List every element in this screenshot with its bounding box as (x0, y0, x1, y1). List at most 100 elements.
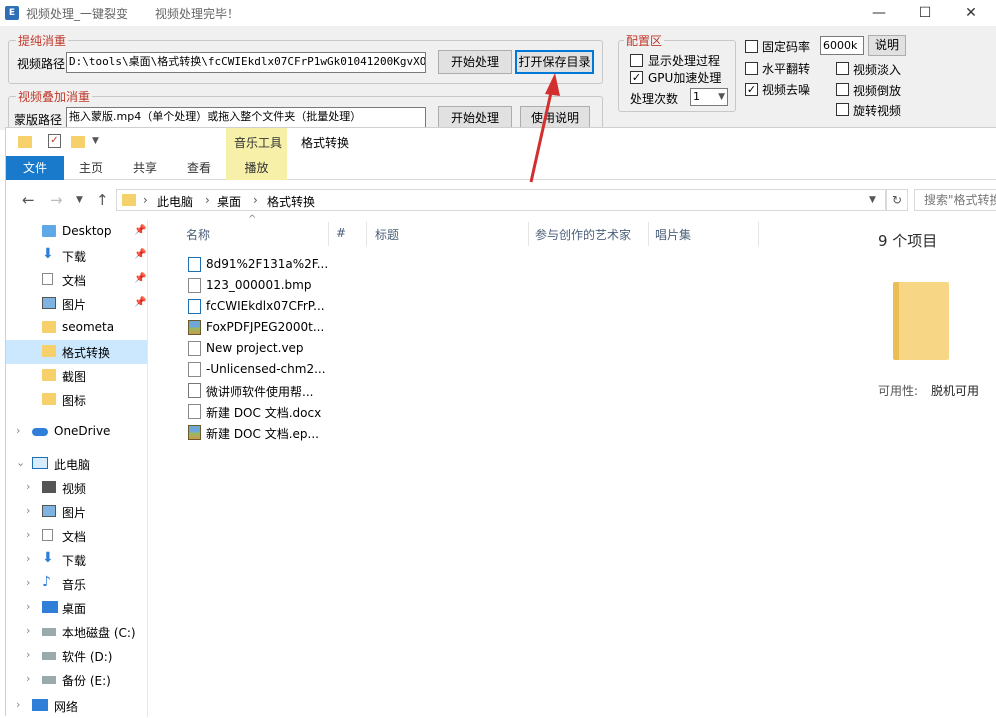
nav-label: 截图 (62, 370, 87, 384)
nav-item-desktop-pc[interactable]: › 桌面 (6, 596, 147, 620)
video-path-input[interactable]: D:\tools\桌面\格式转换\fcCWIEkdlx07CFrP1wGk010… (66, 52, 426, 73)
col-number[interactable]: # (336, 226, 346, 240)
reverse-checkbox[interactable] (836, 83, 849, 96)
explain-button[interactable]: 说明 (868, 35, 906, 56)
col-title[interactable]: 标题 (375, 226, 399, 243)
column-divider[interactable] (758, 222, 759, 246)
file-row[interactable]: 123_000001.bmp (186, 275, 336, 296)
file-row[interactable]: -Unlicensed-chm2... (186, 359, 336, 380)
tab-view[interactable]: 查看 (172, 156, 226, 180)
chevron-right-icon[interactable]: › (26, 480, 30, 493)
forward-arrow-icon[interactable]: → (50, 191, 63, 209)
tab-play[interactable]: 播放 (226, 156, 287, 180)
availability-label: 可用性: (878, 384, 919, 398)
nav-item-this-pc[interactable]: ⌄ 此电脑 (6, 452, 147, 476)
nav-item-onedrive[interactable]: › OneDrive (6, 420, 147, 444)
nav-item-network[interactable]: › 网络 (6, 694, 147, 718)
nav-item-seometa[interactable]: seometa (6, 316, 147, 340)
file-row[interactable]: New project.vep (186, 338, 336, 359)
close-button[interactable]: ✕ (948, 0, 994, 26)
chevron-right-icon[interactable]: › (26, 504, 30, 517)
column-divider[interactable] (528, 222, 529, 246)
file-row[interactable]: FoxPDFJPEG2000t... (186, 317, 336, 338)
column-divider[interactable] (328, 222, 329, 246)
chevron-down-icon[interactable]: ▼ (869, 195, 876, 205)
chevron-right-icon[interactable]: › (26, 624, 30, 637)
docx-file-icon (188, 404, 201, 419)
image-file-icon (188, 425, 201, 440)
nav-item-downloads[interactable]: ⬇ 下载 📌 (6, 244, 147, 268)
nav-item-drive-e[interactable]: › 备份 (E:) (6, 668, 147, 692)
nav-item-format-convert[interactable]: 格式转换 (6, 340, 147, 364)
address-bar[interactable]: › 此电脑 › 桌面 › 格式转换 ▼ (116, 189, 886, 211)
tab-share[interactable]: 共享 (118, 156, 172, 180)
picture-icon (42, 297, 56, 309)
chevron-down-icon[interactable]: ⌄ (16, 456, 25, 469)
file-row[interactable]: 8d91%2F131a%2F... (186, 254, 336, 275)
nav-item-pictures[interactable]: 图片 📌 (6, 292, 147, 316)
refresh-icon[interactable]: ↻ (886, 189, 908, 211)
nav-item-downloads-pc[interactable]: › ⬇ 下载 (6, 548, 147, 572)
file-row[interactable]: 新建 DOC 文档.docx (186, 401, 336, 422)
chevron-right-icon[interactable]: › (26, 552, 30, 565)
column-divider[interactable] (648, 222, 649, 246)
nav-item-desktop[interactable]: Desktop 📌 (6, 220, 147, 244)
start-process-button[interactable]: 开始处理 (438, 50, 512, 74)
breadcrumb-desktop[interactable]: 桌面 (217, 193, 241, 210)
chevron-right-icon[interactable]: › (26, 672, 30, 685)
mask-path-input[interactable]: 拖入蒙版.mp4（单个处理）或拖入整个文件夹（批量处理） (66, 107, 426, 128)
new-folder-icon[interactable] (71, 136, 85, 148)
back-arrow-icon[interactable]: ← (22, 191, 35, 209)
chevron-right-icon[interactable]: › (26, 600, 30, 613)
nav-item-drive-c[interactable]: › 本地磁盘 (C:) (6, 620, 147, 644)
chevron-right-icon[interactable]: › (16, 698, 20, 711)
breadcrumb-format-convert[interactable]: 格式转换 (267, 193, 315, 210)
chevron-down-icon: ▼ (718, 92, 725, 102)
hflip-checkbox[interactable] (745, 62, 758, 75)
nav-label: 软件 (D:) (62, 650, 113, 664)
breadcrumb-this-pc[interactable]: 此电脑 (157, 193, 193, 210)
nav-item-screenshots[interactable]: 截图 (6, 364, 147, 388)
fixed-bitrate-checkbox[interactable] (745, 40, 758, 53)
column-divider[interactable] (366, 222, 367, 246)
process-count-select[interactable]: 1 ▼ (690, 88, 728, 106)
properties-icon[interactable]: ✓ (48, 134, 61, 148)
search-input[interactable]: 搜索"格式转换" (914, 189, 996, 211)
pin-icon[interactable]: 📌 (134, 297, 146, 308)
nav-item-documents[interactable]: 文档 📌 (6, 268, 147, 292)
tab-home[interactable]: 主页 (64, 156, 118, 180)
maximize-button[interactable]: ☐ (902, 0, 948, 26)
chevron-right-icon[interactable]: › (26, 648, 30, 661)
col-artist[interactable]: 参与创作的艺术家 (535, 226, 631, 243)
show-process-checkbox[interactable] (630, 54, 643, 67)
nav-item-icons[interactable]: 图标 (6, 388, 147, 412)
rotate-checkbox[interactable] (836, 103, 849, 116)
nav-item-videos[interactable]: › 视频 (6, 476, 147, 500)
up-arrow-icon[interactable]: ↑ (96, 191, 109, 209)
nav-item-pictures-pc[interactable]: › 图片 (6, 500, 147, 524)
pin-icon[interactable]: 📌 (134, 249, 146, 260)
recent-chevron-icon[interactable]: ▼ (76, 195, 83, 205)
nav-label: 文档 (62, 274, 87, 288)
minimize-button[interactable]: — (856, 0, 902, 26)
chevron-right-icon[interactable]: › (16, 424, 20, 437)
col-name[interactable]: 名称 (186, 226, 210, 243)
pin-icon[interactable]: 📌 (134, 273, 146, 284)
chevron-right-icon[interactable]: › (26, 576, 30, 589)
chevron-down-icon[interactable]: ▼ (92, 136, 99, 146)
tab-file[interactable]: 文件 (6, 156, 64, 180)
nav-item-music[interactable]: › ♪ 音乐 (6, 572, 147, 596)
nav-item-drive-d[interactable]: › 软件 (D:) (6, 644, 147, 668)
open-save-dir-button[interactable]: 打开保存目录 (515, 50, 594, 74)
denoise-checkbox[interactable]: ✓ (745, 83, 758, 96)
file-row[interactable]: fcCWIEkdlx07CFrP... (186, 296, 336, 317)
chevron-right-icon[interactable]: › (26, 528, 30, 541)
fade-in-checkbox[interactable] (836, 62, 849, 75)
file-row[interactable]: 微讲师软件使用帮... (186, 380, 336, 401)
pin-icon[interactable]: 📌 (134, 225, 146, 236)
gpu-accel-checkbox[interactable]: ✓ (630, 71, 643, 84)
col-album[interactable]: 唱片集 (655, 226, 691, 243)
nav-item-documents-pc[interactable]: › 文档 (6, 524, 147, 548)
bitrate-input[interactable]: 6000k (820, 36, 864, 55)
file-row[interactable]: 新建 DOC 文档.ep... (186, 422, 336, 443)
